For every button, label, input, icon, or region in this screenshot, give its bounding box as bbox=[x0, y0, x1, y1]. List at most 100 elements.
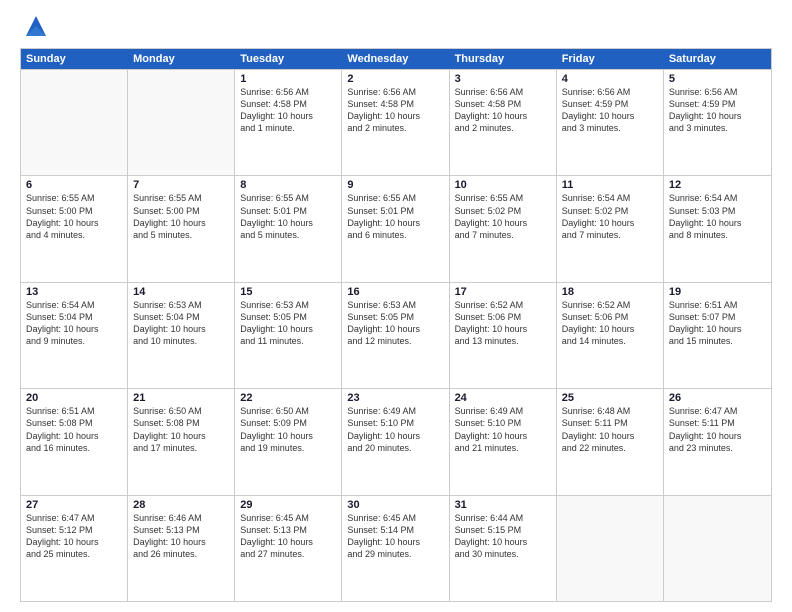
calendar-cell: 27Sunrise: 6:47 AM Sunset: 5:12 PM Dayli… bbox=[21, 496, 128, 601]
calendar-cell: 3Sunrise: 6:56 AM Sunset: 4:58 PM Daylig… bbox=[450, 70, 557, 175]
day-number: 20 bbox=[26, 392, 122, 404]
day-number: 3 bbox=[455, 73, 551, 85]
day-number: 2 bbox=[347, 73, 443, 85]
calendar-cell: 11Sunrise: 6:54 AM Sunset: 5:02 PM Dayli… bbox=[557, 176, 664, 281]
calendar: SundayMondayTuesdayWednesdayThursdayFrid… bbox=[20, 48, 772, 602]
cell-text: Sunrise: 6:48 AM Sunset: 5:11 PM Dayligh… bbox=[562, 405, 658, 454]
calendar-cell: 25Sunrise: 6:48 AM Sunset: 5:11 PM Dayli… bbox=[557, 389, 664, 494]
calendar-cell bbox=[128, 70, 235, 175]
day-number: 30 bbox=[347, 499, 443, 511]
calendar-cell: 12Sunrise: 6:54 AM Sunset: 5:03 PM Dayli… bbox=[664, 176, 771, 281]
cell-text: Sunrise: 6:51 AM Sunset: 5:07 PM Dayligh… bbox=[669, 299, 766, 348]
calendar-cell: 16Sunrise: 6:53 AM Sunset: 5:05 PM Dayli… bbox=[342, 283, 449, 388]
calendar-cell: 19Sunrise: 6:51 AM Sunset: 5:07 PM Dayli… bbox=[664, 283, 771, 388]
day-number: 15 bbox=[240, 286, 336, 298]
cell-text: Sunrise: 6:49 AM Sunset: 5:10 PM Dayligh… bbox=[455, 405, 551, 454]
weekday-header: Tuesday bbox=[235, 49, 342, 69]
calendar-cell: 4Sunrise: 6:56 AM Sunset: 4:59 PM Daylig… bbox=[557, 70, 664, 175]
cell-text: Sunrise: 6:50 AM Sunset: 5:08 PM Dayligh… bbox=[133, 405, 229, 454]
logo-text bbox=[20, 16, 50, 40]
calendar-row: 6Sunrise: 6:55 AM Sunset: 5:00 PM Daylig… bbox=[21, 175, 771, 281]
calendar-cell: 22Sunrise: 6:50 AM Sunset: 5:09 PM Dayli… bbox=[235, 389, 342, 494]
calendar-cell: 20Sunrise: 6:51 AM Sunset: 5:08 PM Dayli… bbox=[21, 389, 128, 494]
day-number: 19 bbox=[669, 286, 766, 298]
weekday-header: Wednesday bbox=[342, 49, 449, 69]
calendar-cell: 26Sunrise: 6:47 AM Sunset: 5:11 PM Dayli… bbox=[664, 389, 771, 494]
calendar-cell: 9Sunrise: 6:55 AM Sunset: 5:01 PM Daylig… bbox=[342, 176, 449, 281]
day-number: 29 bbox=[240, 499, 336, 511]
cell-text: Sunrise: 6:56 AM Sunset: 4:58 PM Dayligh… bbox=[455, 86, 551, 135]
day-number: 14 bbox=[133, 286, 229, 298]
day-number: 23 bbox=[347, 392, 443, 404]
cell-text: Sunrise: 6:52 AM Sunset: 5:06 PM Dayligh… bbox=[562, 299, 658, 348]
calendar-cell: 14Sunrise: 6:53 AM Sunset: 5:04 PM Dayli… bbox=[128, 283, 235, 388]
cell-text: Sunrise: 6:56 AM Sunset: 4:59 PM Dayligh… bbox=[562, 86, 658, 135]
cell-text: Sunrise: 6:53 AM Sunset: 5:05 PM Dayligh… bbox=[347, 299, 443, 348]
calendar-cell: 2Sunrise: 6:56 AM Sunset: 4:58 PM Daylig… bbox=[342, 70, 449, 175]
calendar-cell: 1Sunrise: 6:56 AM Sunset: 4:58 PM Daylig… bbox=[235, 70, 342, 175]
day-number: 8 bbox=[240, 179, 336, 191]
cell-text: Sunrise: 6:54 AM Sunset: 5:03 PM Dayligh… bbox=[669, 192, 766, 241]
day-number: 28 bbox=[133, 499, 229, 511]
weekday-header: Saturday bbox=[664, 49, 771, 69]
day-number: 9 bbox=[347, 179, 443, 191]
logo bbox=[20, 16, 50, 40]
calendar-cell: 15Sunrise: 6:53 AM Sunset: 5:05 PM Dayli… bbox=[235, 283, 342, 388]
calendar-cell: 17Sunrise: 6:52 AM Sunset: 5:06 PM Dayli… bbox=[450, 283, 557, 388]
calendar-cell: 10Sunrise: 6:55 AM Sunset: 5:02 PM Dayli… bbox=[450, 176, 557, 281]
day-number: 26 bbox=[669, 392, 766, 404]
calendar-cell: 28Sunrise: 6:46 AM Sunset: 5:13 PM Dayli… bbox=[128, 496, 235, 601]
cell-text: Sunrise: 6:51 AM Sunset: 5:08 PM Dayligh… bbox=[26, 405, 122, 454]
cell-text: Sunrise: 6:47 AM Sunset: 5:11 PM Dayligh… bbox=[669, 405, 766, 454]
cell-text: Sunrise: 6:53 AM Sunset: 5:04 PM Dayligh… bbox=[133, 299, 229, 348]
day-number: 7 bbox=[133, 179, 229, 191]
page: SundayMondayTuesdayWednesdayThursdayFrid… bbox=[0, 0, 792, 612]
cell-text: Sunrise: 6:56 AM Sunset: 4:58 PM Dayligh… bbox=[240, 86, 336, 135]
calendar-cell: 21Sunrise: 6:50 AM Sunset: 5:08 PM Dayli… bbox=[128, 389, 235, 494]
day-number: 22 bbox=[240, 392, 336, 404]
cell-text: Sunrise: 6:50 AM Sunset: 5:09 PM Dayligh… bbox=[240, 405, 336, 454]
weekday-header: Thursday bbox=[450, 49, 557, 69]
cell-text: Sunrise: 6:55 AM Sunset: 5:02 PM Dayligh… bbox=[455, 192, 551, 241]
day-number: 27 bbox=[26, 499, 122, 511]
cell-text: Sunrise: 6:54 AM Sunset: 5:04 PM Dayligh… bbox=[26, 299, 122, 348]
day-number: 5 bbox=[669, 73, 766, 85]
calendar-cell: 18Sunrise: 6:52 AM Sunset: 5:06 PM Dayli… bbox=[557, 283, 664, 388]
calendar-cell bbox=[664, 496, 771, 601]
weekday-header: Friday bbox=[557, 49, 664, 69]
cell-text: Sunrise: 6:46 AM Sunset: 5:13 PM Dayligh… bbox=[133, 512, 229, 561]
day-number: 6 bbox=[26, 179, 122, 191]
day-number: 10 bbox=[455, 179, 551, 191]
calendar-row: 13Sunrise: 6:54 AM Sunset: 5:04 PM Dayli… bbox=[21, 282, 771, 388]
day-number: 16 bbox=[347, 286, 443, 298]
calendar-cell bbox=[557, 496, 664, 601]
calendar-row: 1Sunrise: 6:56 AM Sunset: 4:58 PM Daylig… bbox=[21, 69, 771, 175]
day-number: 17 bbox=[455, 286, 551, 298]
calendar-cell: 8Sunrise: 6:55 AM Sunset: 5:01 PM Daylig… bbox=[235, 176, 342, 281]
day-number: 21 bbox=[133, 392, 229, 404]
day-number: 1 bbox=[240, 73, 336, 85]
header bbox=[20, 16, 772, 40]
cell-text: Sunrise: 6:56 AM Sunset: 4:58 PM Dayligh… bbox=[347, 86, 443, 135]
cell-text: Sunrise: 6:55 AM Sunset: 5:01 PM Dayligh… bbox=[347, 192, 443, 241]
calendar-cell: 29Sunrise: 6:45 AM Sunset: 5:13 PM Dayli… bbox=[235, 496, 342, 601]
day-number: 4 bbox=[562, 73, 658, 85]
day-number: 31 bbox=[455, 499, 551, 511]
calendar-cell: 5Sunrise: 6:56 AM Sunset: 4:59 PM Daylig… bbox=[664, 70, 771, 175]
calendar-row: 20Sunrise: 6:51 AM Sunset: 5:08 PM Dayli… bbox=[21, 388, 771, 494]
day-number: 12 bbox=[669, 179, 766, 191]
calendar-cell: 24Sunrise: 6:49 AM Sunset: 5:10 PM Dayli… bbox=[450, 389, 557, 494]
day-number: 18 bbox=[562, 286, 658, 298]
day-number: 13 bbox=[26, 286, 122, 298]
day-number: 11 bbox=[562, 179, 658, 191]
cell-text: Sunrise: 6:54 AM Sunset: 5:02 PM Dayligh… bbox=[562, 192, 658, 241]
calendar-cell: 31Sunrise: 6:44 AM Sunset: 5:15 PM Dayli… bbox=[450, 496, 557, 601]
logo-blue bbox=[20, 16, 50, 40]
calendar-row: 27Sunrise: 6:47 AM Sunset: 5:12 PM Dayli… bbox=[21, 495, 771, 601]
logo-icon bbox=[22, 12, 50, 40]
calendar-header: SundayMondayTuesdayWednesdayThursdayFrid… bbox=[21, 49, 771, 69]
weekday-header: Sunday bbox=[21, 49, 128, 69]
cell-text: Sunrise: 6:55 AM Sunset: 5:00 PM Dayligh… bbox=[26, 192, 122, 241]
day-number: 24 bbox=[455, 392, 551, 404]
cell-text: Sunrise: 6:45 AM Sunset: 5:13 PM Dayligh… bbox=[240, 512, 336, 561]
